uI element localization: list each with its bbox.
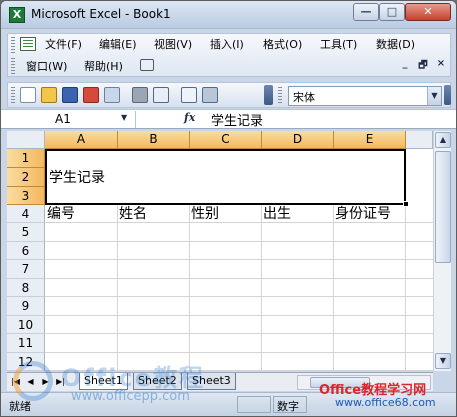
- gridline: [45, 259, 433, 260]
- menu-grip-icon[interactable]: [11, 37, 15, 53]
- insert-function-icon[interactable]: fx: [184, 111, 195, 124]
- cell-d4[interactable]: 出生: [263, 205, 291, 223]
- gridline: [45, 315, 433, 316]
- permission-icon[interactable]: [83, 87, 99, 103]
- open-icon[interactable]: [41, 87, 57, 103]
- menu-bar: 文件(F) 编辑(E) 视图(V) 插入(I) 格式(O) 工具(T) 数据(D…: [7, 33, 451, 77]
- close-button[interactable]: ✕: [405, 3, 451, 21]
- menu-tools[interactable]: 工具(T): [320, 38, 357, 52]
- column-header-d[interactable]: D: [262, 131, 334, 149]
- watermark-right-url: www.office68.com: [335, 396, 436, 409]
- excel-window: X Microsoft Excel - Book1 — □ ✕ 文件(F) 编辑…: [0, 0, 457, 417]
- status-panel: [237, 396, 271, 413]
- menu-view[interactable]: 视图(V): [154, 38, 192, 52]
- office-logo-watermark-icon: [13, 361, 53, 401]
- menu-insert[interactable]: 插入(I): [210, 38, 244, 52]
- row-header-1[interactable]: 1: [7, 149, 45, 168]
- menu-data[interactable]: 数据(D): [376, 38, 415, 52]
- font-name-select[interactable]: 宋体 ▼: [288, 86, 442, 106]
- column-header-b[interactable]: B: [118, 131, 190, 149]
- watermark-office-url: www.officepp.com: [71, 389, 190, 404]
- gridline: [45, 352, 433, 353]
- font-name-value: 宋体: [293, 91, 315, 104]
- cell-b4[interactable]: 姓名: [119, 205, 147, 223]
- gridline: [45, 333, 433, 334]
- scroll-up-icon[interactable]: ▲: [435, 132, 451, 148]
- worksheet-grid[interactable]: A B C D E 1 2 3 4 5 6 7 8 9 10 11 12 学生记…: [7, 131, 433, 371]
- formula-bar: A1 ▼ fx 学生记录: [1, 109, 456, 129]
- status-panel: 数字: [273, 396, 307, 413]
- toolbar-grip-icon[interactable]: [278, 87, 282, 103]
- row-header-2[interactable]: 2: [7, 168, 45, 187]
- cell-e4[interactable]: 身份证号: [335, 205, 391, 223]
- window-title: Microsoft Excel - Book1: [31, 7, 171, 21]
- mdi-minimize-button[interactable]: _: [398, 58, 412, 69]
- ask-question-icon[interactable]: [140, 59, 154, 71]
- mdi-restore-button[interactable]: 🗗: [416, 58, 430, 75]
- row-header-7[interactable]: 7: [7, 260, 45, 279]
- name-box[interactable]: A1 ▼: [3, 111, 136, 128]
- menu-edit[interactable]: 编辑(E): [99, 38, 137, 52]
- row-header-3[interactable]: 3: [7, 187, 45, 205]
- menu-help[interactable]: 帮助(H): [84, 60, 123, 74]
- chevron-down-icon[interactable]: ▼: [121, 113, 127, 122]
- scroll-down-icon[interactable]: ▼: [435, 353, 451, 369]
- minimize-button[interactable]: —: [353, 3, 379, 21]
- menu-grip-icon[interactable]: [11, 58, 15, 74]
- print-icon[interactable]: [132, 87, 148, 103]
- status-num-mode: 数字: [277, 400, 299, 413]
- toolbar-grip-icon[interactable]: [11, 87, 15, 103]
- column-header-e[interactable]: E: [334, 131, 406, 149]
- cell-a4[interactable]: 编号: [47, 205, 75, 223]
- select-all-button[interactable]: [7, 131, 45, 149]
- fill-handle[interactable]: [403, 201, 409, 207]
- menu-window[interactable]: 窗口(W): [26, 60, 67, 74]
- excel-icon[interactable]: X: [9, 7, 25, 23]
- workbook-icon[interactable]: [20, 37, 36, 51]
- column-header-a[interactable]: A: [45, 131, 118, 149]
- row-header-11[interactable]: 11: [7, 334, 45, 353]
- row-header-10[interactable]: 10: [7, 316, 45, 334]
- gridline: [45, 296, 433, 297]
- toolbar-options-icon[interactable]: [444, 85, 451, 105]
- merged-cell-a1-e3[interactable]: 学生记录: [45, 149, 406, 205]
- scroll-thumb[interactable]: [435, 151, 451, 263]
- mdi-close-button[interactable]: ×: [434, 58, 448, 69]
- print-preview-icon[interactable]: [153, 87, 169, 103]
- row-header-6[interactable]: 6: [7, 242, 45, 260]
- spelling-icon[interactable]: [181, 87, 197, 103]
- merged-cell-text: 学生记录: [49, 170, 105, 186]
- name-box-value: A1: [55, 112, 71, 126]
- row-header-8[interactable]: 8: [7, 279, 45, 297]
- menu-format[interactable]: 格式(O): [263, 38, 302, 52]
- cell-c4[interactable]: 性别: [191, 205, 219, 223]
- save-icon[interactable]: [62, 87, 78, 103]
- research-icon[interactable]: [202, 87, 218, 103]
- row-header-9[interactable]: 9: [7, 297, 45, 316]
- row-header-4[interactable]: 4: [7, 205, 45, 223]
- watermark-office: Office教程: [61, 364, 206, 392]
- column-header-f[interactable]: [406, 131, 433, 149]
- standard-toolbar: 宋体 ▼: [7, 82, 451, 108]
- gridline: [45, 278, 433, 279]
- chevron-down-icon[interactable]: ▼: [427, 87, 441, 105]
- email-icon[interactable]: [104, 87, 120, 103]
- toolbar-options-icon[interactable]: [264, 85, 273, 105]
- new-icon[interactable]: [20, 87, 36, 103]
- row-header-5[interactable]: 5: [7, 223, 45, 242]
- gridline: [45, 241, 433, 242]
- formula-input[interactable]: 学生记录: [211, 110, 263, 129]
- column-header-c[interactable]: C: [190, 131, 262, 149]
- vertical-scrollbar[interactable]: ▲ ▼: [433, 131, 451, 371]
- maximize-button[interactable]: □: [379, 3, 405, 21]
- title-bar[interactable]: X Microsoft Excel - Book1 — □ ✕: [1, 1, 456, 29]
- menu-file[interactable]: 文件(F): [45, 38, 82, 52]
